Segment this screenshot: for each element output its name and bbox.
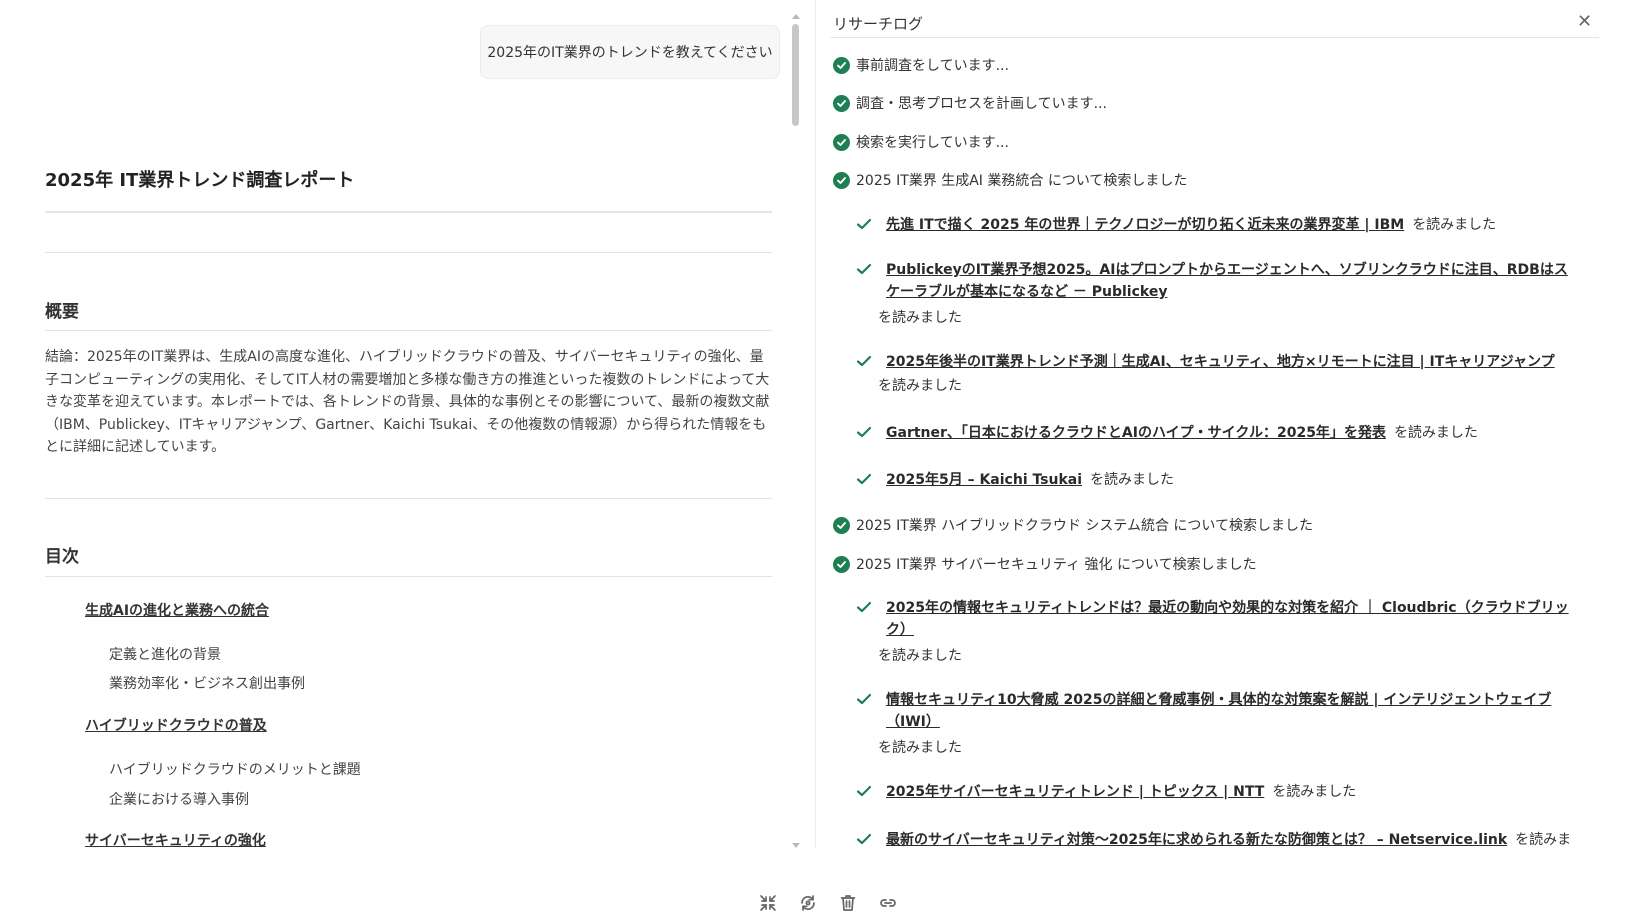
research-log-divider <box>830 37 1599 38</box>
log-step-text: 2025 IT業界 生成AI 業務統合 について検索しました <box>856 173 1188 189</box>
pane-divider <box>815 0 816 848</box>
toc-subitem: 定義と進化の背景 <box>109 647 221 663</box>
check-icon <box>856 833 872 845</box>
log-read-item: PublickeyのIT業界予想2025。AIはプロンプトからエージェントへ、ソ… <box>856 259 1576 329</box>
close-icon[interactable]: ✕ <box>1577 12 1592 32</box>
toc-link-generative-ai[interactable]: 生成AIの進化と業務への統合 <box>85 600 269 620</box>
read-suffix: を読みました <box>878 310 962 326</box>
log-read-item: 2025年サイバーセキュリティトレンド | トピックス | NTT を読みました <box>856 781 1576 803</box>
log-read-item: 2025年の情報セキュリティトレンドは？最近の動向や効果的な対策を紹介 ｜ Cl… <box>856 597 1576 667</box>
log-step-text: 調査・思考プロセスを計画しています... <box>856 96 1107 112</box>
check-icon <box>856 693 872 705</box>
section-divider <box>45 252 772 253</box>
log-step-search: 2025 IT業界 サイバーセキュリティ 強化 について検索しました <box>833 554 1257 574</box>
check-icon <box>856 426 872 438</box>
toc-link-cybersecurity[interactable]: サイバーセキュリティの強化 <box>85 830 266 850</box>
source-link[interactable]: 情報セキュリティ10大脅威 2025の詳細と脅威事例・具体的な対策案を解説 | … <box>886 692 1551 730</box>
log-read-item: 2025年5月 – Kaichi Tsukai を読みました <box>856 469 1576 491</box>
summary-heading: 概要 <box>45 302 79 322</box>
log-step-search: 2025 IT業界 ハイブリッドクラウド システム統合 について検索しました <box>833 515 1313 535</box>
research-log-title: リサーチログ <box>833 15 924 33</box>
log-read-item: 最新のサイバーセキュリティ対策～2025年に求められる新たな防御策とは？ – N… <box>856 829 1576 848</box>
summary-text: 結論：2025年のIT業界は、生成AIの高度な進化、ハイブリッドクラウドの普及、… <box>45 349 770 455</box>
scroll-down-arrow-icon[interactable] <box>792 843 800 848</box>
log-step-text: 事前調査をしています... <box>856 58 1009 74</box>
check-icon <box>856 263 872 275</box>
scroll-up-arrow-icon[interactable] <box>792 14 800 19</box>
read-suffix: を読みました <box>1090 472 1175 488</box>
check-icon <box>856 601 872 613</box>
check-icon <box>856 218 872 230</box>
chat-pane: 2025年のIT業界のトレンドを教えてください 2025年 IT業界トレンド調査… <box>0 0 800 850</box>
read-suffix: を読みました <box>1412 217 1497 233</box>
check-circle-icon <box>833 171 850 189</box>
link-icon[interactable] <box>878 893 898 913</box>
log-step-text: 2025 IT業界 サイバーセキュリティ 強化 について検索しました <box>856 557 1257 573</box>
source-link[interactable]: 最新のサイバーセキュリティ対策～2025年に求められる新たな防御策とは？ – N… <box>886 832 1507 848</box>
title-divider <box>45 211 772 213</box>
scroll-thumb[interactable] <box>792 24 799 126</box>
read-suffix: を読みました <box>1272 784 1357 800</box>
research-log-panel: リサーチログ ✕ 事前調査をしています... 調査・思考プロセスを計画しています… <box>830 0 1612 848</box>
report-title: 2025年 IT業界トレンド調査レポート <box>45 170 355 191</box>
toc-heading: 目次 <box>45 547 79 567</box>
log-read-item: 2025年後半のIT業界トレンド予測｜生成AI、セキュリティ、地方×リモートに注… <box>856 351 1576 399</box>
section-divider <box>45 498 772 499</box>
check-icon <box>856 473 872 485</box>
delete-icon[interactable] <box>838 893 858 913</box>
check-circle-icon <box>833 133 850 151</box>
read-suffix: を読みました <box>878 378 962 394</box>
check-circle-icon <box>833 516 850 534</box>
source-link[interactable]: 2025年サイバーセキュリティトレンド | トピックス | NTT <box>886 784 1264 800</box>
check-circle-icon <box>833 555 850 573</box>
check-circle-icon <box>833 56 850 74</box>
user-message-text: 2025年のIT業界のトレンドを教えてください <box>487 45 773 61</box>
log-read-item: 先進 ITで描く 2025 年の世界｜テクノロジーが切り拓く近未来の業界変革 |… <box>856 214 1576 236</box>
source-link[interactable]: 先進 ITで描く 2025 年の世界｜テクノロジーが切り拓く近未来の業界変革 |… <box>886 217 1404 233</box>
toc-heading-divider <box>45 576 772 577</box>
regenerate-icon[interactable] <box>798 893 818 913</box>
log-step-text: 2025 IT業界 ハイブリッドクラウド システム統合 について検索しました <box>856 518 1313 534</box>
source-link[interactable]: 2025年5月 – Kaichi Tsukai <box>886 472 1082 488</box>
user-message-bubble: 2025年のIT業界のトレンドを教えてください <box>480 25 780 79</box>
toc-subitem: 業務効率化・ビジネス創出事例 <box>109 676 305 692</box>
log-read-item: Gartner、「日本におけるクラウドとAIのハイプ・サイクル：2025年」を発… <box>856 422 1576 444</box>
check-icon <box>856 785 872 797</box>
source-link[interactable]: 2025年後半のIT業界トレンド予測｜生成AI、セキュリティ、地方×リモートに注… <box>886 354 1555 370</box>
source-link[interactable]: PublickeyのIT業界予想2025。AIはプロンプトからエージェントへ、ソ… <box>886 262 1568 300</box>
log-step-status: 調査・思考プロセスを計画しています... <box>833 93 1107 113</box>
toc-link-hybrid-cloud[interactable]: ハイブリッドクラウドの普及 <box>85 715 267 735</box>
log-step-text: 検索を実行しています... <box>856 135 1009 151</box>
check-icon <box>856 355 872 367</box>
toc-subitem: ハイブリッドクラウドのメリットと課題 <box>109 762 361 778</box>
log-read-item: 情報セキュリティ10大脅威 2025の詳細と脅威事例・具体的な対策案を解説 | … <box>856 689 1576 759</box>
log-step-status: 事前調査をしています... <box>833 55 1009 75</box>
source-link[interactable]: 2025年の情報セキュリティトレンドは？最近の動向や効果的な対策を紹介 ｜ Cl… <box>886 600 1569 638</box>
log-step-search: 2025 IT業界 生成AI 業務統合 について検索しました <box>833 170 1187 190</box>
read-suffix: を読みました <box>1393 425 1478 441</box>
check-circle-icon <box>833 94 850 112</box>
read-suffix: を読みました <box>878 648 962 664</box>
summary-heading-divider <box>45 330 772 331</box>
message-toolbar <box>0 893 1642 913</box>
toc-subitem: 企業における導入事例 <box>109 792 249 808</box>
read-suffix: を読みました <box>878 740 962 756</box>
log-step-status: 検索を実行しています... <box>833 132 1009 152</box>
collapse-icon[interactable] <box>758 893 778 913</box>
chat-scrollbar[interactable] <box>789 12 800 848</box>
source-link[interactable]: Gartner、「日本におけるクラウドとAIのハイプ・サイクル：2025年」を発… <box>886 425 1386 441</box>
